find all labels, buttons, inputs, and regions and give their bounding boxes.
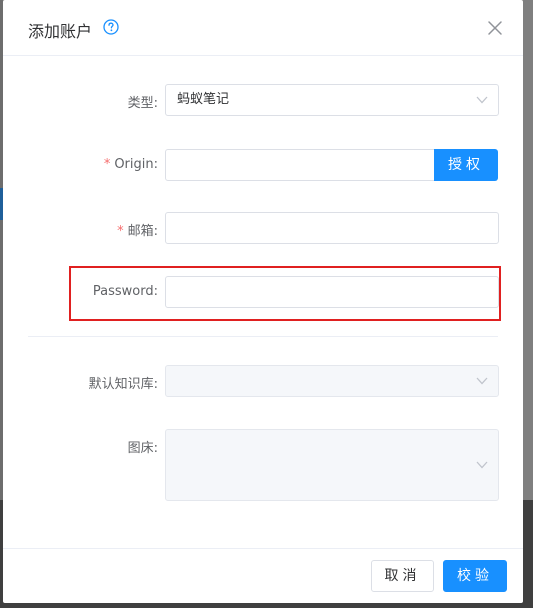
type-select[interactable]: 蚂蚁笔记	[165, 84, 499, 116]
dialog-title: 添加账户	[28, 22, 93, 41]
image-host-label: 图床:	[127, 441, 158, 456]
email-row: * 邮箱:	[3, 212, 523, 244]
password-row: Password:	[3, 276, 523, 308]
chevron-down-icon	[476, 461, 488, 469]
image-host-select[interactable]	[165, 429, 499, 501]
cancel-button[interactable]: 取消	[371, 560, 434, 592]
required-mark: *	[103, 157, 111, 172]
notebook-row: 默认知识库:	[3, 365, 523, 397]
add-account-dialog: 添加账户 类型: 蚂蚁笔记 * Origin: 授权 * 邮箱: Password:	[3, 0, 523, 603]
verify-button[interactable]: 校验	[443, 560, 507, 592]
type-row: 类型: 蚂蚁笔记	[3, 84, 523, 116]
password-input[interactable]	[165, 276, 499, 308]
dialog-header: 添加账户	[3, 0, 523, 56]
image-host-row: 图床:	[3, 429, 523, 501]
close-icon[interactable]	[487, 20, 503, 36]
chevron-down-icon	[476, 96, 488, 104]
notebook-label: 默认知识库:	[88, 377, 158, 392]
chevron-down-icon	[476, 377, 488, 385]
required-mark: *	[117, 224, 124, 239]
origin-input[interactable]	[165, 149, 435, 181]
section-divider	[28, 336, 498, 337]
notebook-select[interactable]	[165, 365, 499, 397]
email-input[interactable]	[165, 212, 499, 244]
question-circle-icon[interactable]	[103, 19, 119, 35]
authorize-button[interactable]: 授权	[434, 149, 498, 181]
type-label: 类型:	[127, 96, 158, 111]
password-label: Password:	[92, 284, 158, 299]
type-value: 蚂蚁笔记	[177, 92, 230, 107]
dialog-footer: 取消 校验	[3, 548, 523, 604]
email-label: * 邮箱:	[117, 224, 158, 239]
origin-label: * Origin:	[103, 157, 158, 172]
